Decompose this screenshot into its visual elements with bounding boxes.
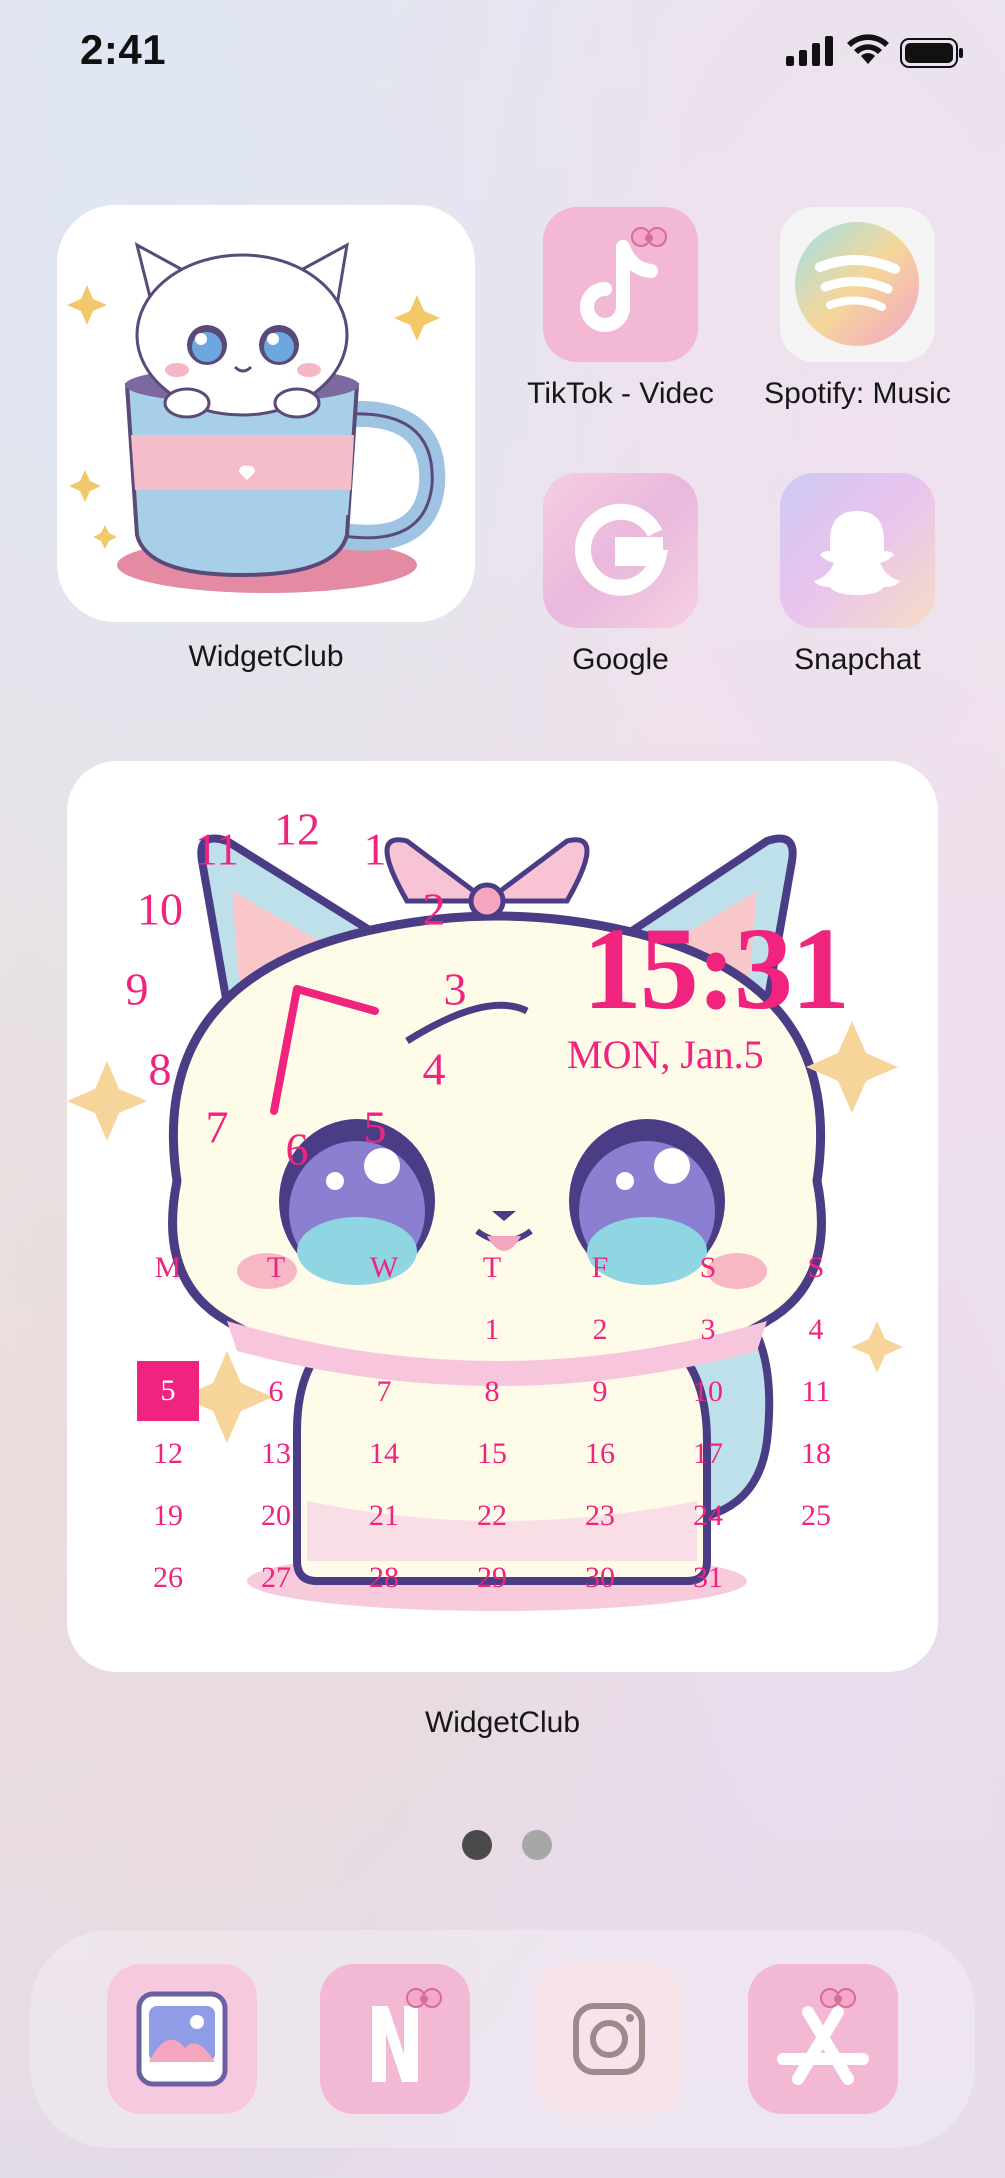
calendar-day: 31 [693, 1561, 723, 1594]
calendar-day: 4 [808, 1313, 824, 1346]
calendar-day: 1 [484, 1313, 500, 1346]
calendar-day: 20 [261, 1499, 291, 1532]
calendar-day: 18 [801, 1437, 831, 1470]
calendar-day: 7 [376, 1375, 392, 1408]
calendar-day: 28 [369, 1561, 399, 1594]
calendar-day: 25 [801, 1499, 831, 1532]
app-google[interactable]: Google [543, 473, 698, 676]
widgetclub-calendar-label: WidgetClub [424, 1706, 581, 1739]
app-snapchat[interactable]: Snapchat [780, 473, 935, 676]
dock-app-store[interactable] [748, 1964, 898, 2114]
snapchat-icon [780, 473, 935, 628]
calendar-day: 29 [477, 1561, 507, 1594]
page-dot[interactable] [522, 1830, 552, 1860]
minute-hand [270, 985, 301, 1115]
calendar-day-today: 5 [137, 1361, 199, 1421]
weekday-header: S [699, 1251, 717, 1284]
date-label: MON, Jan.5 [567, 1032, 764, 1077]
calendar-day: 15 [477, 1437, 507, 1470]
widgetclub-label: WidgetClub [188, 640, 344, 673]
calendar-day: 27 [261, 1561, 291, 1594]
weekday-header: S [807, 1251, 825, 1284]
snapchat-label: Snapchat [794, 643, 921, 676]
app-store-icon [748, 1964, 898, 2114]
widgetclub-calendar-widget[interactable]: 12 1 2 3 4 5 6 7 8 9 10 11 15:31 MON, Ja… [67, 761, 938, 1672]
weekday-header: T [482, 1251, 502, 1284]
calendar-day: 11 [801, 1375, 831, 1408]
google-label: Google [572, 643, 669, 676]
dock-photos[interactable] [107, 1964, 257, 2114]
google-icon [543, 473, 698, 628]
calendar-day: 16 [585, 1437, 615, 1470]
weekday-header: T [266, 1251, 286, 1284]
calendar-day: 13 [261, 1437, 291, 1470]
calendar-day: 12 [153, 1437, 183, 1470]
battery-icon [900, 38, 963, 68]
app-spotify[interactable]: Spotify: Music [764, 207, 951, 410]
calendar-day: 10 [693, 1375, 723, 1408]
calendar-day: 22 [477, 1499, 507, 1532]
netflix-icon [320, 1964, 470, 2114]
instagram-icon [534, 1964, 684, 2114]
photos-icon [107, 1964, 257, 2114]
calendar-day: 30 [585, 1561, 615, 1594]
widgetclub-photo-widget[interactable] [57, 205, 475, 622]
dock [30, 1930, 975, 2148]
calendar-day: 8 [484, 1375, 500, 1408]
page-indicator[interactable] [462, 1830, 552, 1860]
wifi-icon [847, 34, 889, 64]
spotify-label: Spotify: Music [764, 377, 951, 410]
weekday-header: W [369, 1251, 399, 1284]
calendar-day: 2 [592, 1313, 608, 1346]
hour-hand [293, 985, 379, 1015]
clock-hands [270, 985, 379, 1115]
status-bar: 2:41 [0, 0, 1005, 110]
dock-netflix[interactable] [320, 1964, 470, 2114]
cellular-signal-icon [786, 36, 833, 66]
calendar-day: 6 [268, 1375, 284, 1408]
calendar-day: 9 [592, 1375, 608, 1408]
digital-clock: 15:31 [582, 903, 850, 1034]
tiktok-icon [543, 207, 698, 362]
calendar-day: 14 [369, 1437, 399, 1470]
calendar-day: 17 [693, 1437, 723, 1470]
calendar-day: 21 [369, 1499, 399, 1532]
spotify-icon [780, 207, 935, 362]
app-tiktok[interactable]: TikTok - Videc [527, 207, 714, 410]
calendar-day: 26 [153, 1561, 183, 1594]
weekday-header: F [591, 1251, 609, 1284]
status-time: 2:41 [80, 26, 167, 73]
calendar-day: 19 [153, 1499, 183, 1532]
calendar-day: 23 [585, 1499, 615, 1532]
kitten-in-teacup-illustration [67, 242, 446, 593]
page-dot-active[interactable] [462, 1830, 492, 1860]
dock-instagram[interactable] [534, 1964, 684, 2114]
tiktok-label: TikTok - Videc [527, 377, 714, 410]
calendar-day: 24 [693, 1499, 723, 1532]
calendar-day: 3 [700, 1313, 716, 1346]
weekday-header: M [154, 1251, 182, 1284]
